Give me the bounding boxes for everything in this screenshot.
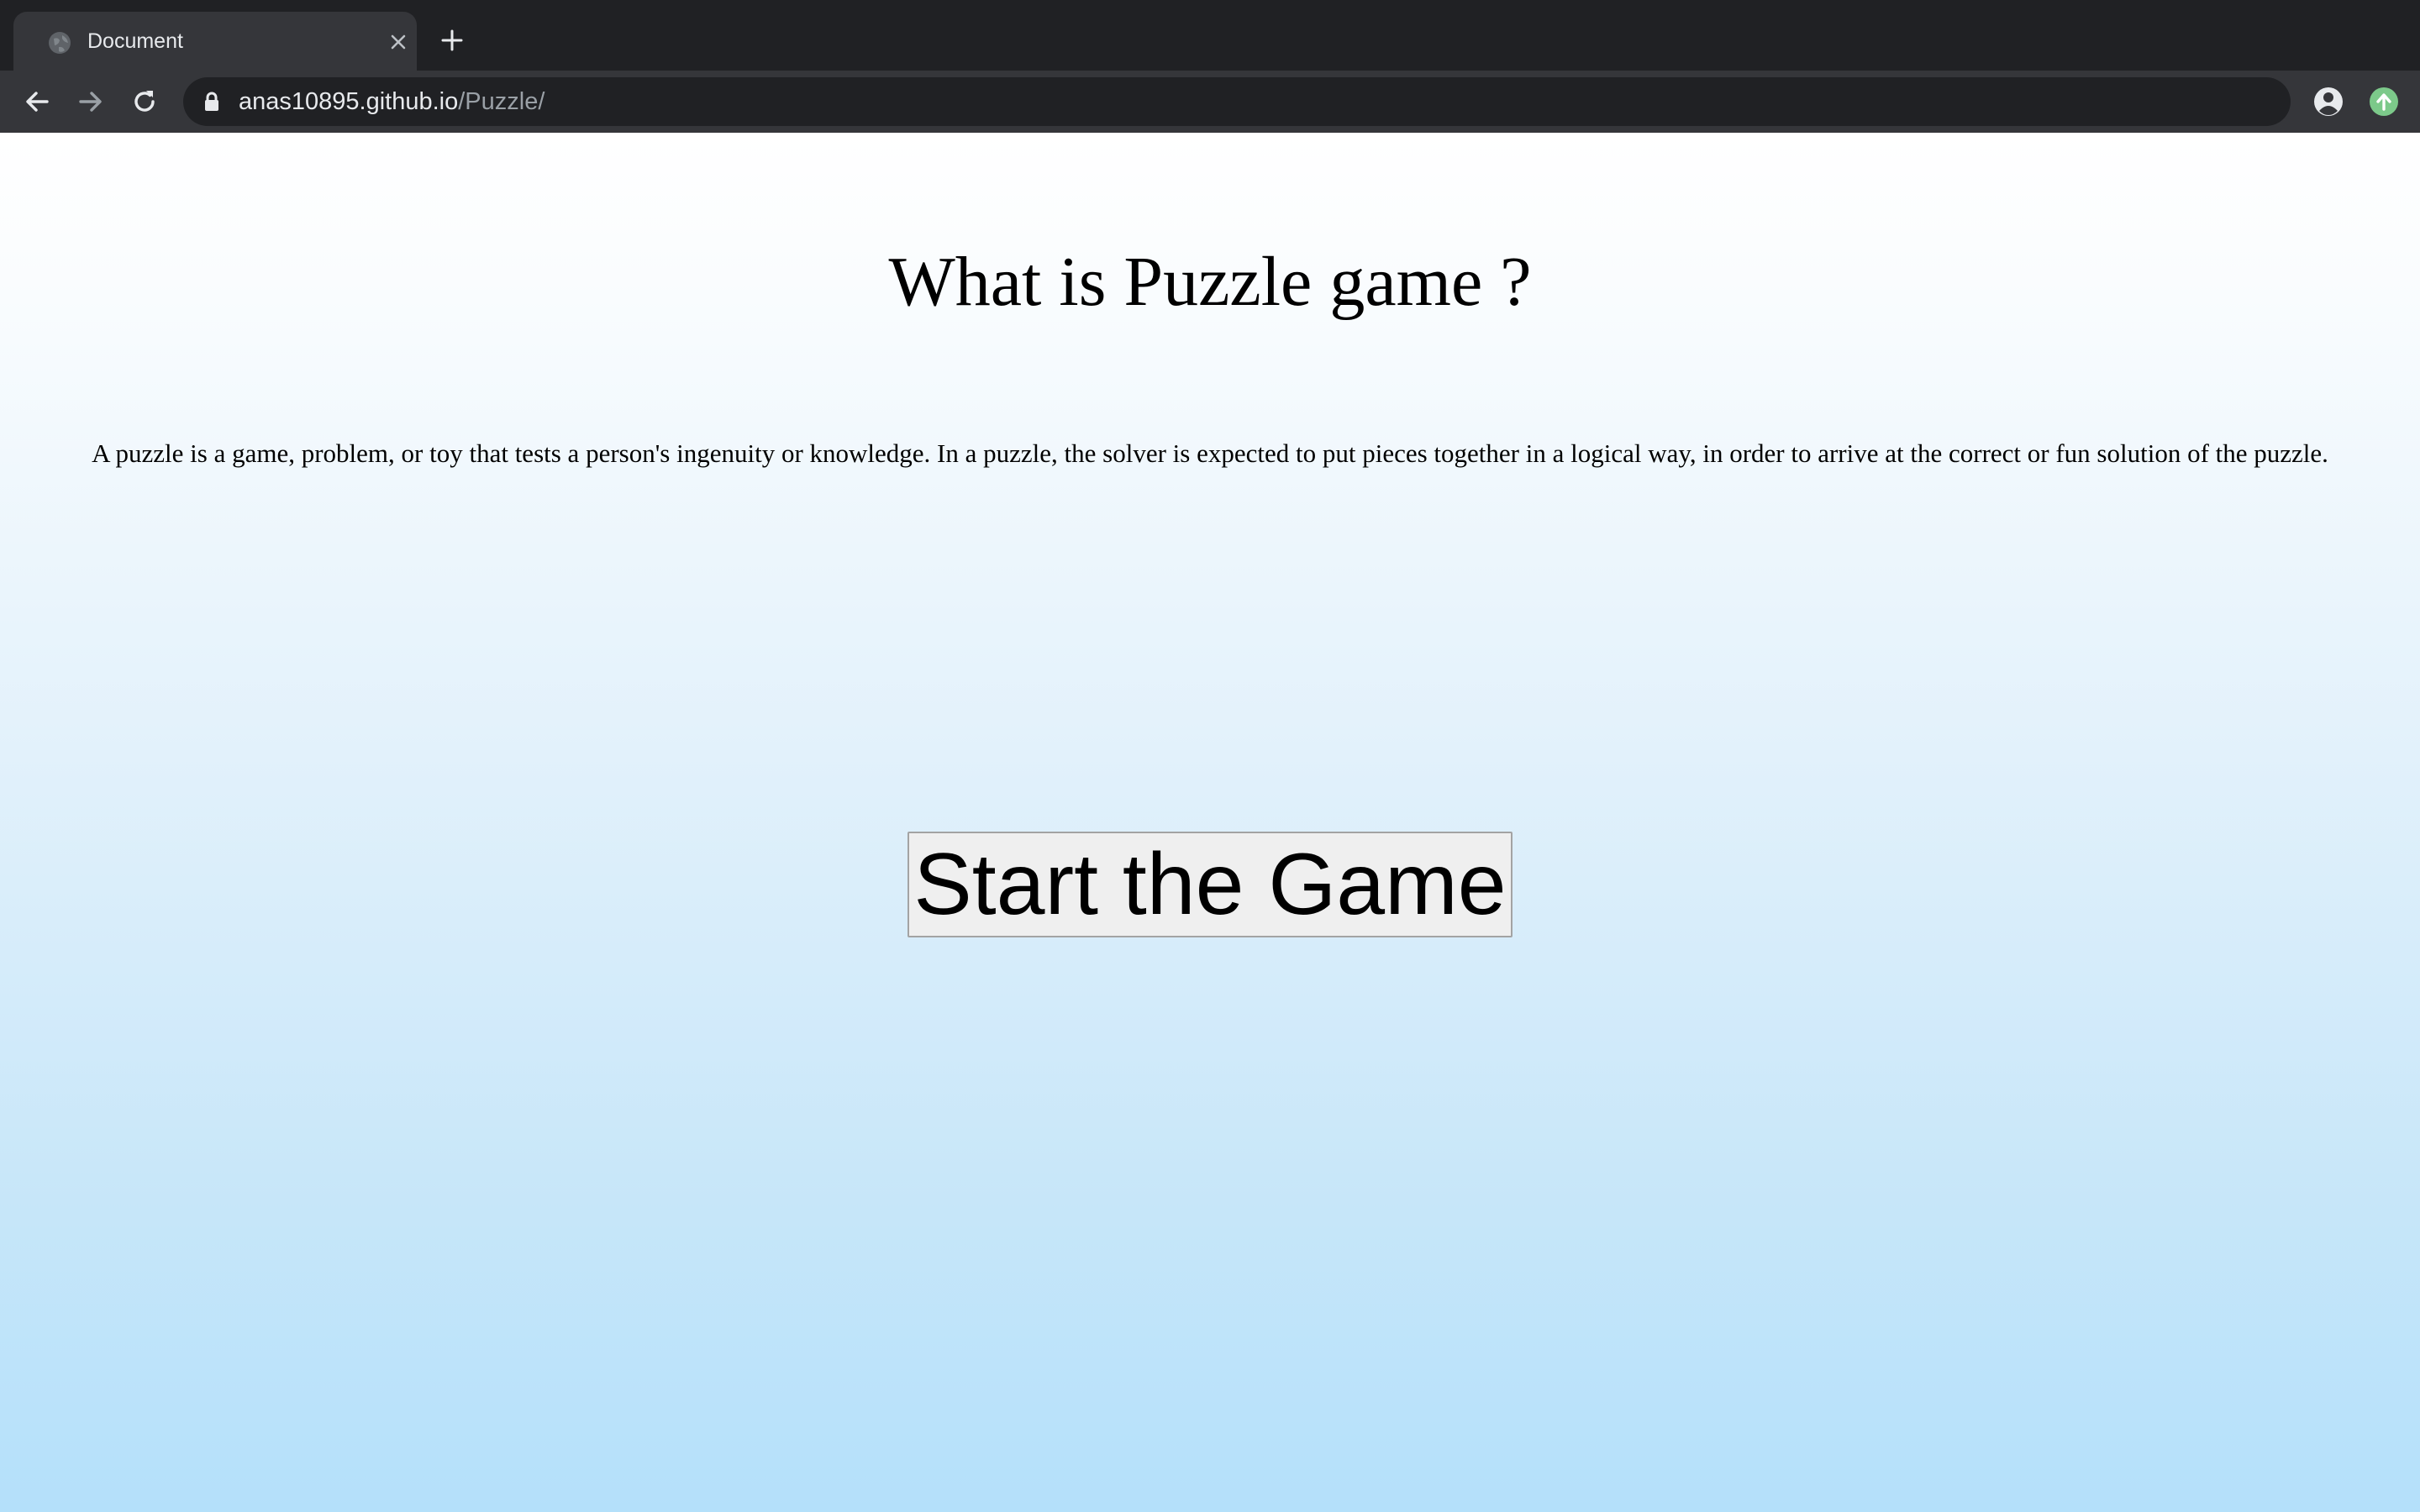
browser-toolbar: anas10895.github.io/Puzzle/: [0, 71, 2420, 133]
upload-circle-icon[interactable]: [2368, 86, 2400, 118]
url-host: anas10895.github.io: [239, 88, 459, 115]
page-content: What is Puzzle game ? A puzzle is a game…: [0, 133, 2420, 1512]
address-bar[interactable]: anas10895.github.io/Puzzle/: [183, 77, 2291, 126]
arrow-right-icon[interactable]: [76, 87, 106, 117]
lock-icon: [205, 92, 218, 111]
page-heading: What is Puzzle game ?: [888, 243, 1532, 321]
plus-icon[interactable]: [440, 29, 464, 52]
account-circle-icon[interactable]: [2312, 86, 2344, 118]
url-text: anas10895.github.io/Puzzle/: [239, 87, 544, 117]
close-icon[interactable]: [388, 32, 408, 52]
url-path: /Puzzle/: [458, 88, 545, 115]
globe-icon: [49, 32, 71, 54]
browser-tab-strip: Document: [0, 0, 2420, 71]
arrow-left-icon[interactable]: [22, 87, 52, 117]
reload-icon[interactable]: [129, 87, 160, 117]
page-description: A puzzle is a game, problem, or toy that…: [92, 438, 2328, 468]
browser-tab[interactable]: Document: [13, 12, 417, 71]
tab-title: Document: [87, 29, 183, 53]
start-game-button[interactable]: Start the Game: [908, 832, 1512, 937]
